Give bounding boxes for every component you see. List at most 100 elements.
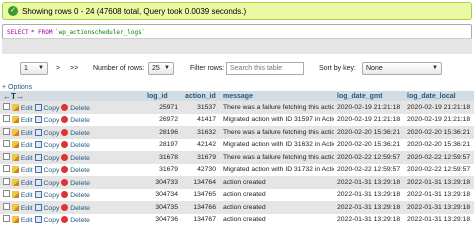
copy-button[interactable]: Copy <box>34 103 59 112</box>
column-header-log-date-local[interactable]: log_date_local <box>404 91 474 101</box>
copy-button[interactable]: Copy <box>34 178 59 187</box>
sort-arrows-icon[interactable]: ←T→ <box>3 92 24 101</box>
delete-button[interactable]: Delete <box>61 153 90 162</box>
cell-log-date-gmt[interactable]: 2020-02-20 15:36:21 <box>334 126 404 139</box>
edit-button[interactable]: Edit <box>11 203 33 212</box>
cell-log-id[interactable]: 26972 <box>144 113 182 126</box>
cell-log-date-local[interactable]: 2022-01-31 13:29:18 <box>404 213 474 226</box>
column-header-action-id[interactable]: action_id <box>182 91 220 101</box>
copy-button[interactable]: Copy <box>34 128 59 137</box>
column-header-log-id[interactable]: log_id <box>144 91 182 101</box>
row-checkbox[interactable] <box>3 165 10 173</box>
cell-action-id[interactable]: 31537 <box>182 101 220 114</box>
delete-button[interactable]: Delete <box>61 141 90 149</box>
cell-log-date-gmt[interactable]: 2022-01-31 13:29:18 <box>334 201 404 214</box>
cell-log-date-gmt[interactable]: 2020-02-22 12:59:57 <box>334 163 404 176</box>
cell-action-id[interactable]: 42730 <box>182 163 220 176</box>
copy-button[interactable]: Copy <box>34 116 59 124</box>
edit-button[interactable]: Edit <box>11 166 33 174</box>
cell-log-date-gmt[interactable]: 2020-02-20 15:36:21 <box>334 138 404 151</box>
cell-log-id[interactable]: 31679 <box>144 163 182 176</box>
cell-message[interactable]: action created <box>220 176 334 189</box>
cell-message[interactable]: action created <box>220 188 334 201</box>
edit-button[interactable]: Edit <box>11 103 33 112</box>
cell-action-id[interactable]: 31679 <box>182 151 220 164</box>
cell-log-date-local[interactable]: 2020-02-20 15:36:21 <box>404 138 474 151</box>
cell-message[interactable]: Migrated action with ID 31597 in ActionS… <box>220 113 334 126</box>
cell-message[interactable]: Migrated action with ID 31732 in ActionS… <box>220 163 334 176</box>
cell-log-date-gmt[interactable]: 2020-02-19 21:21:18 <box>334 101 404 114</box>
cell-action-id[interactable]: 134766 <box>182 201 220 214</box>
cell-message[interactable]: There was a failure fetching this action… <box>220 151 334 164</box>
cell-log-date-local[interactable]: 2022-01-31 13:29:18 <box>404 201 474 214</box>
cell-log-date-local[interactable]: 2020-02-19 21:21:18 <box>404 113 474 126</box>
row-checkbox[interactable] <box>3 202 10 210</box>
edit-button[interactable]: Edit <box>11 141 33 149</box>
row-checkbox[interactable] <box>3 177 10 185</box>
cell-log-id[interactable]: 31678 <box>144 151 182 164</box>
row-checkbox[interactable] <box>3 140 10 148</box>
cell-action-id[interactable]: 31632 <box>182 126 220 139</box>
cell-log-id[interactable]: 304733 <box>144 176 182 189</box>
next-page-button[interactable]: > <box>56 62 60 75</box>
cell-action-id[interactable]: 134764 <box>182 176 220 189</box>
cell-action-id[interactable]: 134765 <box>182 188 220 201</box>
cell-log-id[interactable]: 28197 <box>144 138 182 151</box>
delete-button[interactable]: Delete <box>61 216 90 224</box>
row-checkbox[interactable] <box>3 102 10 110</box>
last-page-button[interactable]: >> <box>70 62 78 75</box>
cell-message[interactable]: There was a failure fetching this action… <box>220 126 334 139</box>
page-select[interactable]: 1 ▼ <box>20 62 48 75</box>
cell-action-id[interactable]: 41417 <box>182 113 220 126</box>
edit-button[interactable]: Edit <box>11 116 33 124</box>
row-checkbox[interactable] <box>3 115 10 123</box>
cell-log-date-gmt[interactable]: 2022-01-31 13:29:18 <box>334 188 404 201</box>
delete-button[interactable]: Delete <box>61 203 90 212</box>
cell-log-date-local[interactable]: 2020-02-22 12:59:57 <box>404 151 474 164</box>
options-link[interactable]: + Options <box>2 84 32 91</box>
cell-action-id[interactable]: 42142 <box>182 138 220 151</box>
cell-message[interactable]: There was a failure fetching this action… <box>220 101 334 114</box>
edit-button[interactable]: Edit <box>11 216 33 224</box>
delete-button[interactable]: Delete <box>61 166 90 174</box>
copy-button[interactable]: Copy <box>34 191 59 199</box>
cell-log-date-gmt[interactable]: 2020-02-19 21:21:18 <box>334 113 404 126</box>
cell-log-id[interactable]: 304734 <box>144 188 182 201</box>
row-checkbox[interactable] <box>3 127 10 135</box>
edit-button[interactable]: Edit <box>11 178 33 187</box>
copy-button[interactable]: Copy <box>34 166 59 174</box>
copy-button[interactable]: Copy <box>34 216 59 224</box>
filter-input[interactable]: Search this table <box>226 62 304 75</box>
cell-log-id[interactable]: 304735 <box>144 201 182 214</box>
delete-button[interactable]: Delete <box>61 103 90 112</box>
cell-message[interactable]: action created <box>220 201 334 214</box>
cell-log-date-gmt[interactable]: 2022-01-31 13:29:18 <box>334 176 404 189</box>
delete-button[interactable]: Delete <box>61 178 90 187</box>
delete-button[interactable]: Delete <box>61 128 90 137</box>
row-checkbox[interactable] <box>3 215 10 223</box>
delete-button[interactable]: Delete <box>61 191 90 199</box>
cell-action-id[interactable]: 134767 <box>182 213 220 226</box>
delete-button[interactable]: Delete <box>61 116 90 124</box>
cell-message[interactable]: action created <box>220 213 334 226</box>
copy-button[interactable]: Copy <box>34 203 59 212</box>
cell-log-id[interactable]: 304736 <box>144 213 182 226</box>
cell-log-date-gmt[interactable]: 2020-02-22 12:59:57 <box>334 151 404 164</box>
row-checkbox[interactable] <box>3 190 10 198</box>
copy-button[interactable]: Copy <box>34 141 59 149</box>
row-checkbox[interactable] <box>3 152 10 160</box>
column-header-message[interactable]: message <box>220 91 334 101</box>
copy-button[interactable]: Copy <box>34 153 59 162</box>
cell-log-date-local[interactable]: 2020-02-22 12:59:57 <box>404 163 474 176</box>
cell-message[interactable]: Migrated action with ID 31632 in ActionS… <box>220 138 334 151</box>
cell-log-date-local[interactable]: 2020-02-20 15:36:21 <box>404 126 474 139</box>
cell-log-date-gmt[interactable]: 2022-01-31 13:29:18 <box>334 213 404 226</box>
cell-log-id[interactable]: 25971 <box>144 101 182 114</box>
rows-select[interactable]: 25 ▼ <box>148 62 174 75</box>
cell-log-date-local[interactable]: 2020-02-19 21:21:18 <box>404 101 474 114</box>
column-header-log-date-gmt[interactable]: log_date_gmt <box>334 91 404 101</box>
cell-log-date-local[interactable]: 2022-01-31 13:29:18 <box>404 176 474 189</box>
cell-log-id[interactable]: 28196 <box>144 126 182 139</box>
cell-log-date-local[interactable]: 2022-01-31 13:29:18 <box>404 188 474 201</box>
edit-button[interactable]: Edit <box>11 128 33 137</box>
